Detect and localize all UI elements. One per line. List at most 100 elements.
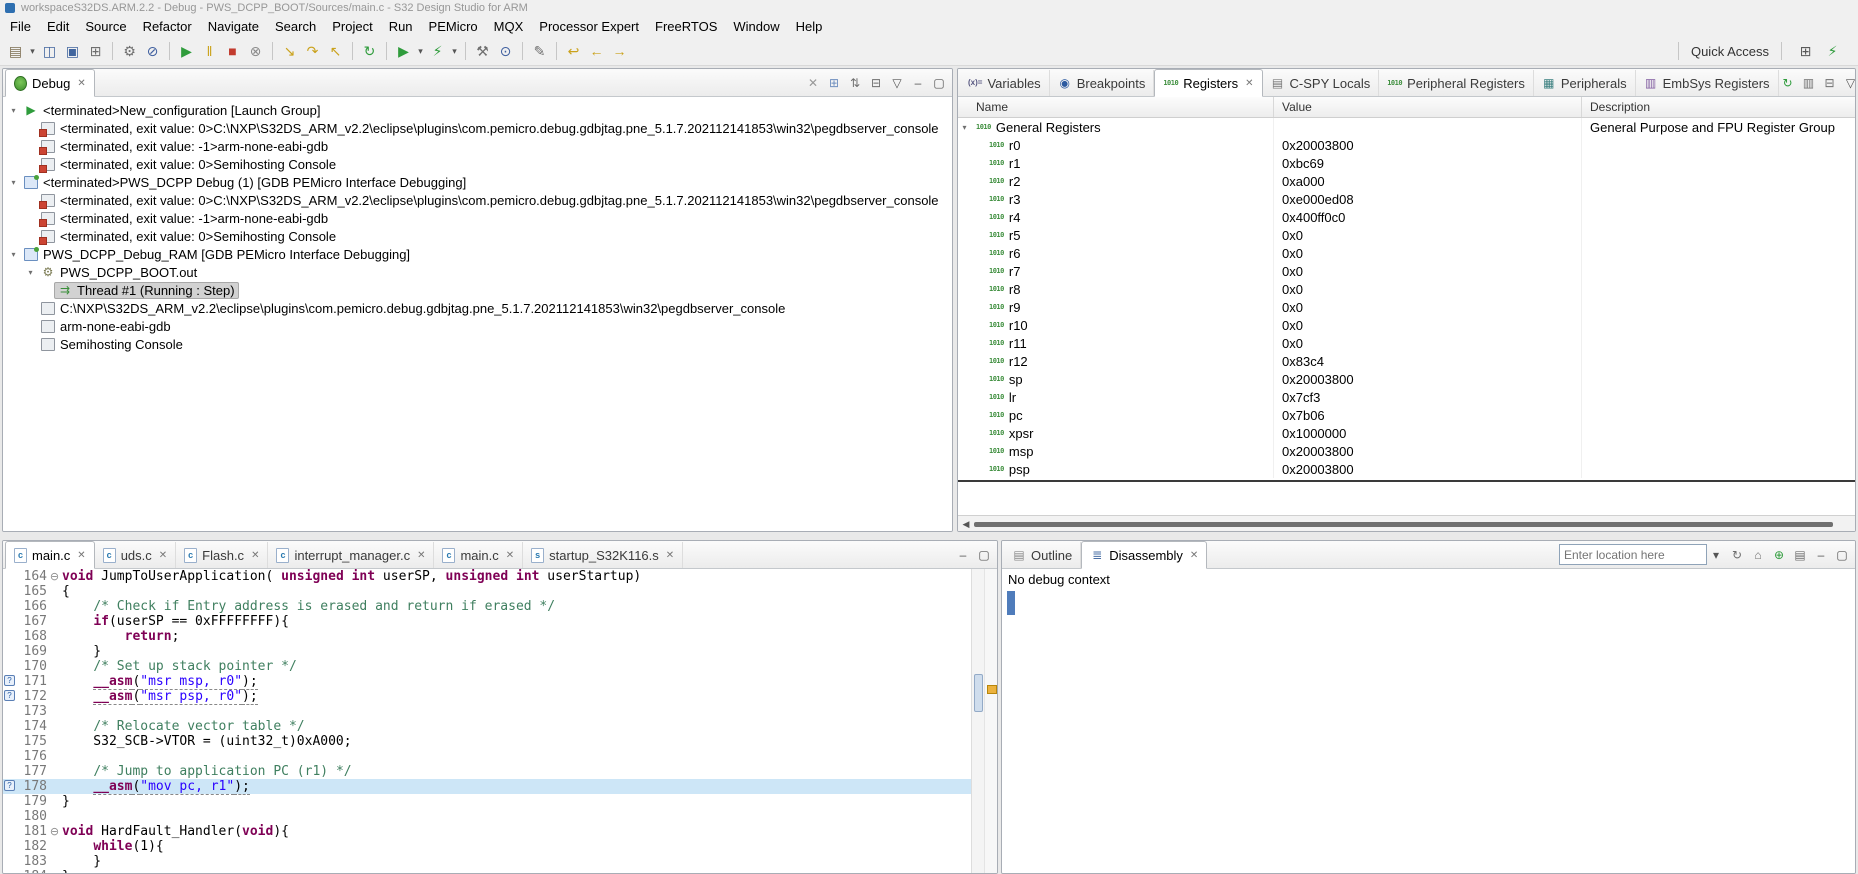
maximize-icon[interactable]: ▢ (930, 74, 948, 92)
editor-tab-flash-c[interactable]: c Flash.c ✕ (176, 542, 269, 568)
tab-debug[interactable]: Debug ✕ (5, 69, 95, 97)
menu-freertos[interactable]: FreeRTOS (647, 17, 725, 36)
close-tab-icon[interactable]: ✕ (77, 550, 85, 561)
debug-tree-row[interactable]: ▾ PWS_DCPP_Debug_RAM [GDB PEMicro Interfa… (3, 245, 952, 263)
code-line[interactable]: 173 (3, 704, 972, 719)
save-all-icon[interactable]: ▣ (61, 40, 84, 62)
tab-breakpoints[interactable]: ◉ Breakpoints (1050, 70, 1155, 96)
register-row[interactable]: 1010 msp 0x20003800 (958, 442, 1855, 460)
reconnect-icon[interactable]: ⊞ (825, 74, 843, 92)
menu-window[interactable]: Window (725, 17, 787, 36)
code-line[interactable]: 180 (3, 809, 972, 824)
line-marker-icon[interactable]: ? (3, 689, 17, 704)
home-icon[interactable]: ⌂ (1749, 546, 1767, 564)
register-row[interactable]: 1010 sp 0x20003800 (958, 370, 1855, 388)
debug-tree-row[interactable]: <terminated, exit value: 0>C:\NXP\S32DS_… (3, 191, 952, 209)
register-row[interactable]: ▾ 1010 General Registers General Purpose an… (958, 118, 1855, 136)
code-line[interactable]: 164 ⊖ void JumpToUserApplication( unsigned… (3, 569, 972, 584)
tab-disassembly[interactable]: ≣ Disassembly ✕ (1081, 541, 1208, 569)
scrollbar-thumb[interactable] (974, 674, 983, 712)
register-row[interactable]: 1010 r1 0xbc69 (958, 154, 1855, 172)
debug-tree-row[interactable]: ▾ ⚙ PWS_DCPP_BOOT.out (3, 263, 952, 281)
link-debug-context-icon[interactable]: ⊕ (1770, 546, 1788, 564)
tree-expander-icon[interactable]: ▾ (958, 123, 971, 132)
column-header-name[interactable]: Name (958, 97, 1274, 117)
tab-outline[interactable]: ▤ Outline (1004, 542, 1082, 568)
maximize-icon[interactable]: ▢ (975, 546, 993, 564)
register-row[interactable]: 1010 psp 0x20003800 (958, 460, 1855, 478)
menu-refactor[interactable]: Refactor (135, 17, 200, 36)
register-row[interactable]: 1010 r3 0xe000ed08 (958, 190, 1855, 208)
refresh-icon[interactable]: ↻ (1728, 546, 1746, 564)
back-icon[interactable]: ← (585, 40, 608, 62)
line-marker-icon[interactable]: ? (3, 674, 17, 689)
code-line[interactable]: 169 } (3, 644, 972, 659)
menu-edit[interactable]: Edit (39, 17, 77, 36)
register-row[interactable]: 1010 r11 0x0 (958, 334, 1855, 352)
run-icon[interactable]: ▶ (392, 40, 415, 62)
editor-tab-interrupt-manager-c[interactable]: c interrupt_manager.c ✕ (268, 542, 435, 568)
code-line[interactable]: 174 /* Relocate vector table */ (3, 719, 972, 734)
code-line[interactable]: 167 if(userSP == 0xFFFFFFFF){ (3, 614, 972, 629)
code-line[interactable]: 179} (3, 794, 972, 809)
code-line[interactable]: 175 S32_SCB->VTOR = (uint32_t)0xA000; (3, 734, 972, 749)
remove-all-terminated-icon[interactable]: ✕ (804, 74, 822, 92)
menu-mqx[interactable]: MQX (486, 17, 532, 36)
column-header-value[interactable]: Value (1274, 97, 1582, 117)
register-row[interactable]: 1010 r0 0x20003800 (958, 136, 1855, 154)
code-line[interactable]: 168 return; (3, 629, 972, 644)
debug-icon[interactable]: ⚡ (426, 40, 449, 62)
menu-help[interactable]: Help (788, 17, 831, 36)
view-menu-icon[interactable]: ▽ (1842, 74, 1855, 92)
editor-tab-main-c[interactable]: c main.c ✕ (434, 542, 524, 568)
column-header-description[interactable]: Description (1582, 97, 1855, 117)
debug-tree-row[interactable]: ▾ ▶ <terminated>New_configuration [Launch … (3, 101, 952, 119)
debug-tree-row[interactable]: <terminated, exit value: 0>Semihosting C… (3, 227, 952, 245)
debug-tree-row[interactable]: <terminated, exit value: 0>Semihosting C… (3, 155, 952, 173)
register-row[interactable]: 1010 xpsr 0x1000000 (958, 424, 1855, 442)
skip-breakpoints-icon[interactable]: ⊘ (141, 40, 164, 62)
code-line[interactable]: 181 ⊖ void HardFault_Handler(void){ (3, 824, 972, 839)
register-row[interactable]: 1010 r8 0x0 (958, 280, 1855, 298)
menu-file[interactable]: File (2, 17, 39, 36)
register-row[interactable]: 1010 pc 0x7b06 (958, 406, 1855, 424)
suspend-icon[interactable]: ‖ (198, 40, 221, 62)
code-line[interactable]: 177 /* Jump to application PC (r1) */ (3, 764, 972, 779)
print-icon[interactable]: ⊞ (84, 40, 107, 62)
menu-search[interactable]: Search (267, 17, 324, 36)
debug-tree-row[interactable]: arm-none-eabi-gdb (3, 317, 952, 335)
close-tab-icon[interactable]: ✕ (159, 550, 167, 561)
debug-tree-row[interactable]: <terminated, exit value: -1>arm-none-eab… (3, 209, 952, 227)
tab-peripherals[interactable]: ▦ Peripherals (1534, 70, 1636, 96)
tab-variables[interactable]: (x)= Variables (960, 70, 1050, 96)
close-tab-icon[interactable]: ✕ (417, 550, 425, 561)
refresh-icon[interactable]: ↻ (1779, 74, 1797, 92)
horizontal-scrollbar[interactable]: ◀ (958, 515, 1855, 531)
menu-processor-expert[interactable]: Processor Expert (531, 17, 647, 36)
register-row[interactable]: 1010 r6 0x0 (958, 244, 1855, 262)
disconnect-icon[interactable]: ⊗ (244, 40, 267, 62)
fold-collapse-icon[interactable]: ⊖ (47, 825, 62, 838)
minimize-icon[interactable]: ‒ (909, 74, 927, 92)
editor-tab-main-c[interactable]: c main.c ✕ (5, 541, 95, 569)
register-row[interactable]: 1010 r5 0x0 (958, 226, 1855, 244)
menu-run[interactable]: Run (381, 17, 421, 36)
editor-tab-uds-c[interactable]: c uds.c ✕ (95, 542, 177, 568)
menu-navigate[interactable]: Navigate (200, 17, 267, 36)
new-dropdown-icon[interactable]: ▾ (27, 40, 38, 62)
close-tab-icon[interactable]: ✕ (666, 550, 674, 561)
last-edit-icon[interactable]: ↩ (562, 40, 585, 62)
tab-embsys-registers[interactable]: ▥ EmbSys Registers (1636, 70, 1779, 96)
open-perspective-icon[interactable]: ⊞ (1794, 40, 1817, 62)
scroll-left-icon[interactable]: ◀ (958, 519, 974, 530)
debug-tree-row[interactable]: <terminated, exit value: -1>arm-none-eab… (3, 137, 952, 155)
location-input[interactable] (1559, 544, 1707, 565)
debug-tree-row[interactable]: C:\NXP\S32DS_ARM_v2.2\eclipse\plugins\co… (3, 299, 952, 317)
register-row[interactable]: 1010 r2 0xa000 (958, 172, 1855, 190)
run-dropdown-icon[interactable]: ▾ (415, 40, 426, 62)
menu-project[interactable]: Project (324, 17, 380, 36)
tree-expander-icon[interactable]: ▾ (7, 106, 20, 115)
view-menu-icon[interactable]: ▽ (888, 74, 906, 92)
restart-icon[interactable]: ↻ (358, 40, 381, 62)
debug-config-icon[interactable]: ⚙ (118, 40, 141, 62)
